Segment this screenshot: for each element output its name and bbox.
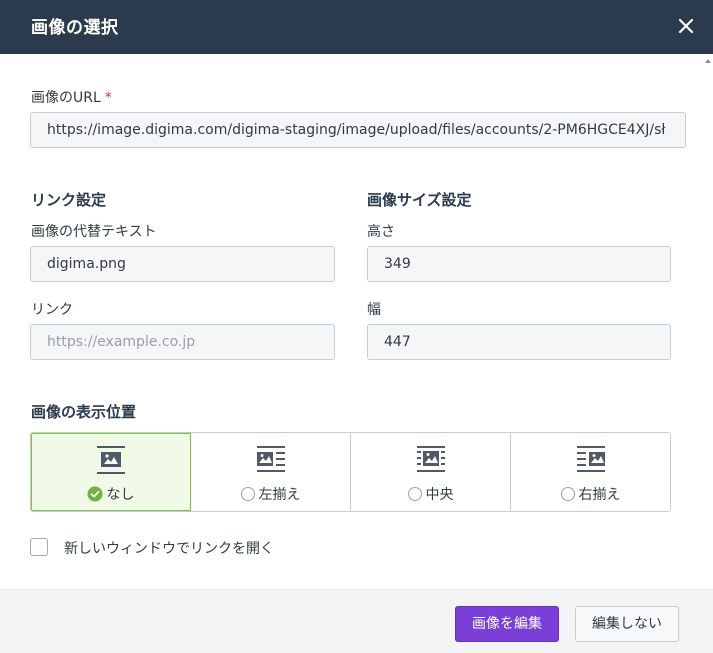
position-option-right[interactable]: 右揃え: [511, 433, 670, 511]
scroll-up-arrow[interactable]: [705, 59, 711, 63]
position-selector: なし 左揃え 中央 右揃え: [30, 432, 671, 512]
align-right-icon: [576, 446, 605, 472]
position-title: 画像の表示位置: [31, 403, 137, 421]
required-mark: *: [104, 90, 112, 106]
width-label: 幅: [367, 302, 381, 318]
radio-button[interactable]: [240, 487, 255, 501]
position-option-center[interactable]: 中央: [351, 433, 511, 511]
height-label: 高さ: [367, 224, 395, 240]
position-option-left[interactable]: 左揃え: [191, 433, 351, 511]
dialog-title: 画像の選択: [31, 18, 119, 38]
link-settings-title: リンク設定: [31, 191, 107, 209]
new-window-checkbox[interactable]: [30, 538, 48, 556]
check-circle-icon: [87, 486, 102, 502]
position-none-label: なし: [106, 487, 135, 503]
no-edit-button[interactable]: 編集しない: [575, 606, 679, 642]
dialog-header: 画像の選択: [0, 0, 713, 54]
align-center-icon: [416, 446, 445, 472]
position-option-label: 左揃え: [191, 484, 350, 504]
size-settings-title: 画像サイズ設定: [367, 191, 472, 209]
close-button[interactable]: [674, 14, 698, 38]
position-right-label: 右揃え: [578, 487, 621, 503]
position-option-label: 右揃え: [511, 484, 670, 504]
url-label: 画像のURL *: [31, 87, 112, 107]
align-none-icon: [96, 446, 125, 474]
height-input[interactable]: 349: [367, 246, 671, 282]
radio-button[interactable]: [560, 487, 575, 501]
image-url-input[interactable]: https://image.digima.com/digima-staging/…: [30, 112, 686, 148]
url-label-text: 画像のURL: [31, 90, 101, 106]
position-option-label: なし: [31, 484, 190, 504]
edit-image-button[interactable]: 画像を編集: [455, 606, 559, 642]
width-input[interactable]: 447: [367, 324, 671, 360]
position-left-label: 左揃え: [258, 487, 301, 503]
position-option-label: 中央: [351, 484, 510, 504]
link-input[interactable]: [30, 324, 335, 360]
alt-text-input[interactable]: digima.png: [30, 246, 335, 282]
new-window-label[interactable]: 新しいウィンドウでリンクを開く: [64, 538, 274, 558]
position-center-label: 中央: [425, 487, 454, 503]
close-icon: [678, 18, 694, 34]
link-label: リンク: [31, 302, 73, 318]
alt-text-label: 画像の代替テキスト: [31, 224, 157, 240]
align-left-icon: [256, 446, 285, 472]
radio-button[interactable]: [407, 487, 422, 501]
position-option-none[interactable]: なし: [31, 433, 191, 511]
